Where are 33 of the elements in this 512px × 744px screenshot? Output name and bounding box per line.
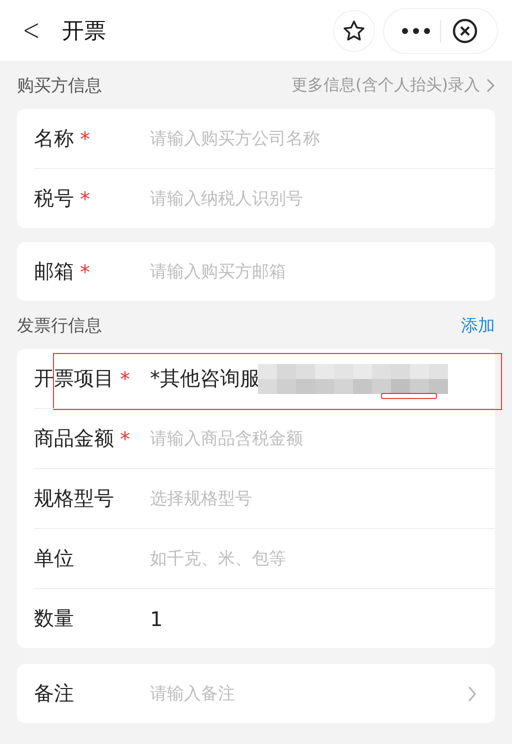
field-label: 数量 — [34, 605, 74, 632]
field-label: 备注 — [34, 680, 74, 707]
field-label: 商品金额 — [34, 425, 114, 452]
required-mark: * — [80, 126, 91, 150]
field-value[interactable]: *其他咨询服 — [150, 365, 260, 392]
star-icon — [342, 18, 366, 42]
required-mark: * — [120, 426, 131, 450]
back-button[interactable]: < — [22, 16, 44, 46]
section-title: 购买方信息 — [17, 74, 102, 96]
more-icon — [401, 26, 431, 34]
field-label: 邮箱 — [34, 258, 74, 285]
input-field[interactable]: 请输入纳税人识别号 — [150, 188, 410, 208]
chevron-icon — [486, 78, 495, 92]
field-label: 名称 — [34, 125, 74, 152]
input-field[interactable]: 如千克、米、包等 — [150, 548, 410, 568]
section-title: 发票行信息 — [17, 314, 102, 336]
input-field[interactable]: 请输入购买方公司名称 — [150, 128, 410, 148]
field-label: 单位 — [34, 545, 74, 572]
input-field[interactable]: 请输入商品含税金额 — [150, 428, 410, 448]
field-label: 规格型号 — [34, 485, 114, 512]
required-mark: * — [80, 186, 91, 210]
favorite-button[interactable] — [333, 10, 375, 52]
field-label: 税号 — [34, 185, 74, 212]
input-field[interactable]: 请输入购买方邮箱 — [150, 262, 410, 282]
field-value[interactable]: 1 — [150, 606, 163, 630]
required-mark: * — [80, 260, 91, 284]
input-field[interactable]: 请输入备注 — [150, 684, 410, 704]
highlight-mark — [381, 393, 437, 399]
close-icon — [452, 18, 478, 44]
required-mark: * — [120, 366, 131, 390]
field-label: 开票项目 — [34, 365, 114, 392]
input-field[interactable]: 选择规格型号 — [150, 488, 410, 508]
page-title: 开票 — [62, 18, 106, 46]
